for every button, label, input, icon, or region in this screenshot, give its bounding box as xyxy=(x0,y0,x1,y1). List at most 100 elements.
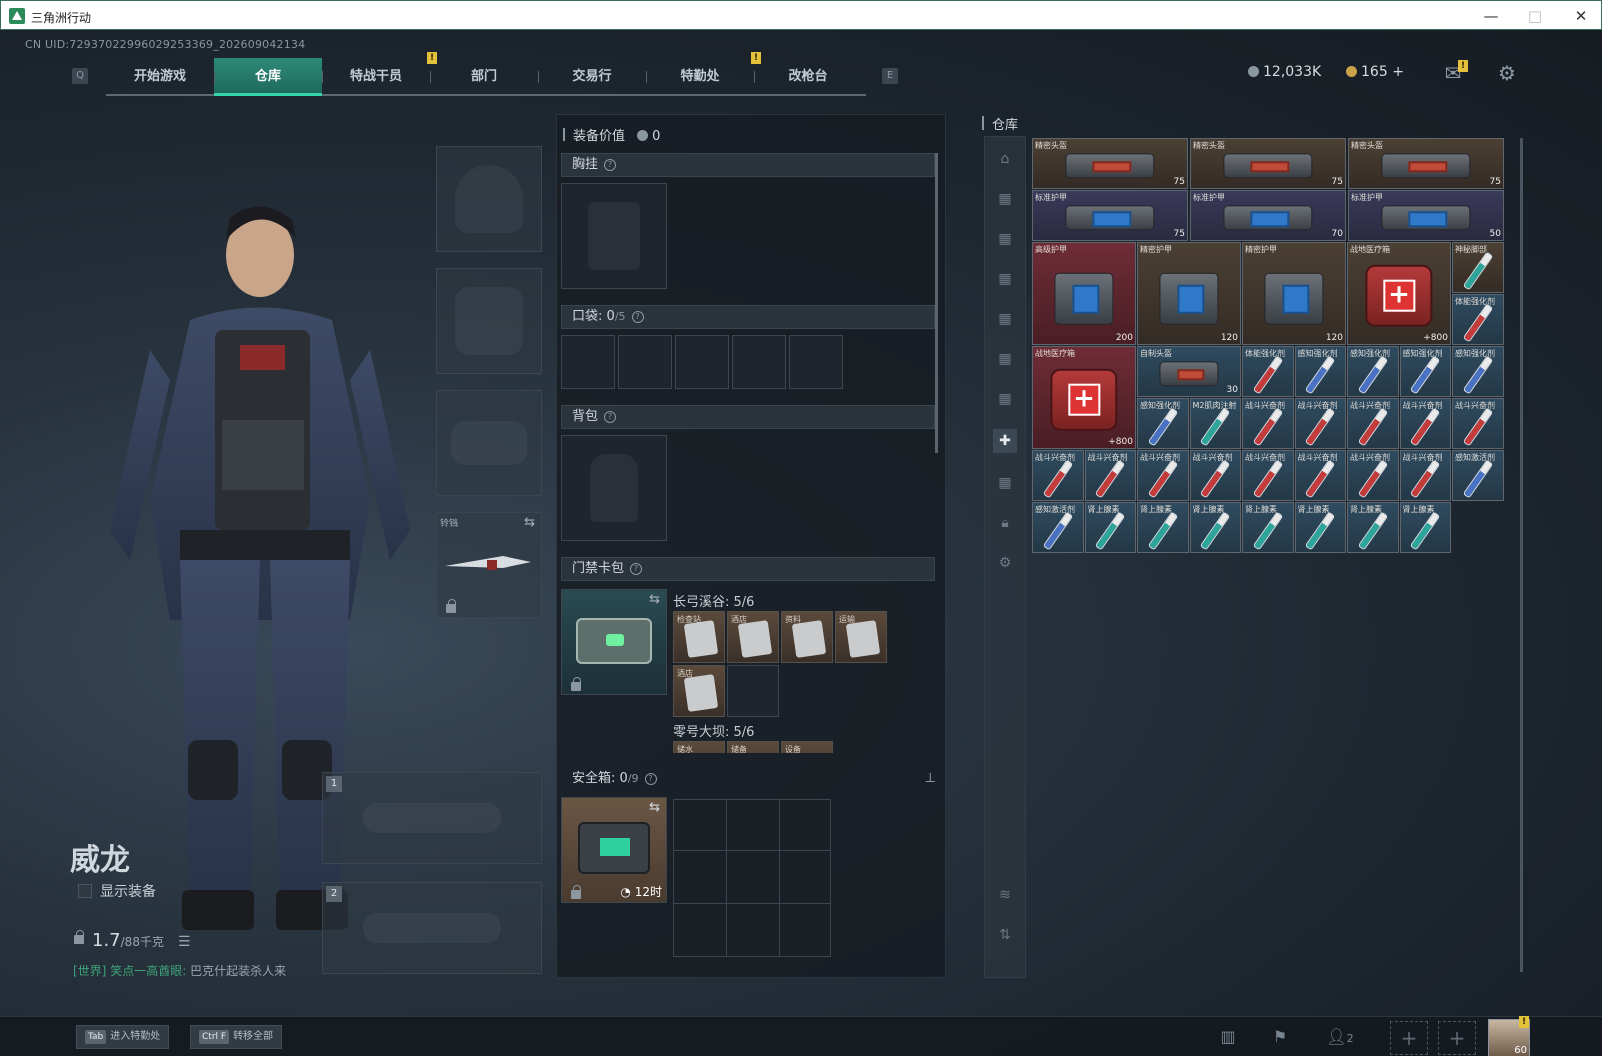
warehouse-item[interactable]: 感知激活剂 xyxy=(1452,450,1504,501)
warehouse-item[interactable]: 肾上腺素 xyxy=(1294,502,1346,553)
warehouse-item[interactable]: 感知强化剂 xyxy=(1347,346,1399,397)
warehouse-tab-6-icon[interactable]: ▦ xyxy=(993,387,1017,411)
chest-rig-slot[interactable] xyxy=(561,183,667,289)
warehouse-item[interactable]: 体能强化剂 xyxy=(1242,346,1294,397)
warehouse-item[interactable]: 高级护甲 200 xyxy=(1032,242,1136,345)
warehouse-item[interactable]: 感知强化剂 xyxy=(1137,398,1189,449)
pocket-slot[interactable] xyxy=(732,335,786,389)
warehouse-item[interactable]: 战斗兴奋剂 xyxy=(1189,450,1241,501)
warehouse-item[interactable]: 精密头盔 75 xyxy=(1348,138,1504,189)
warehouse-item[interactable]: 精密护甲 120 xyxy=(1242,242,1346,345)
stats-chart-icon[interactable]: ▥ xyxy=(1214,1023,1242,1051)
help-icon[interactable]: ? xyxy=(630,563,643,575)
safe-box-grid[interactable] xyxy=(673,799,831,957)
keycard-item[interactable]: 运输 xyxy=(835,611,887,663)
warehouse-item[interactable]: 标准护甲 50 xyxy=(1348,190,1504,241)
primary-weapon-slot-2[interactable]: 2 xyxy=(322,882,542,974)
warehouse-item[interactable]: 战地医疗箱 +800 xyxy=(1032,346,1136,449)
warehouse-item[interactable]: 感知强化剂 xyxy=(1452,346,1504,397)
warehouse-item[interactable]: 战斗兴奋剂 xyxy=(1032,450,1084,501)
keycard-item[interactable]: 设备 xyxy=(781,741,833,753)
help-icon[interactable]: ? xyxy=(631,311,644,323)
keycard-empty-slot[interactable] xyxy=(727,665,779,717)
warehouse-item[interactable]: 自制头盔 30 xyxy=(1137,346,1241,397)
warehouse-tab-2-icon[interactable]: ▦ xyxy=(993,227,1017,251)
keycard-item[interactable]: 酒店 xyxy=(727,611,779,663)
primary-weapon-slot-1[interactable]: 1 xyxy=(322,772,542,864)
warehouse-item[interactable]: 战地医疗箱 +800 xyxy=(1347,242,1451,345)
warehouse-item[interactable]: 肾上腺素 xyxy=(1399,502,1451,553)
close-button[interactable]: ✕ xyxy=(1561,5,1601,27)
flag-icon[interactable]: ⚑ xyxy=(1266,1023,1294,1051)
keycard-item[interactable]: 检查站 xyxy=(673,611,725,663)
warehouse-item[interactable]: 战斗兴奋剂 xyxy=(1347,450,1399,501)
tab-5[interactable]: 特勤处 xyxy=(646,58,754,96)
warehouse-tab-5-icon[interactable]: ▦ xyxy=(993,347,1017,371)
help-icon[interactable]: ? xyxy=(644,773,657,785)
invite-slot-2[interactable]: + xyxy=(1438,1021,1476,1055)
warehouse-item[interactable]: 精密头盔 75 xyxy=(1190,138,1346,189)
melee-slot[interactable]: 铃铛 ⇆ xyxy=(436,512,542,618)
warehouse-item[interactable]: 感知激活剂 xyxy=(1032,502,1084,553)
tab-2[interactable]: 特战干员 xyxy=(322,58,430,96)
loadout-scrollbar[interactable] xyxy=(935,153,938,453)
help-icon[interactable]: ? xyxy=(604,411,617,423)
warehouse-tab-all-icon[interactable]: ⌂ xyxy=(993,147,1017,171)
armor-slot[interactable] xyxy=(436,268,542,374)
gold-currency[interactable]: 165 + xyxy=(1346,64,1404,80)
warehouse-tab-locked-icon[interactable]: 🔒︎ xyxy=(993,511,1017,535)
warehouse-item[interactable]: 战斗兴奋剂 xyxy=(1399,398,1451,449)
pocket-slot[interactable] xyxy=(675,335,729,389)
helmet-slot[interactable] xyxy=(436,146,542,252)
warehouse-item[interactable]: 精密护甲 120 xyxy=(1137,242,1241,345)
warehouse-item[interactable]: 肾上腺素 xyxy=(1242,502,1294,553)
warehouse-settings-icon[interactable]: ⚙ xyxy=(993,551,1017,575)
pistol-slot[interactable] xyxy=(436,390,542,496)
keycard-case-slot[interactable]: ⇆ xyxy=(561,589,667,695)
warehouse-tab-8-icon[interactable]: ▦ xyxy=(993,471,1017,495)
swap-icon[interactable]: ⇆ xyxy=(649,592,660,607)
warehouse-sort-icon[interactable]: ⇅ xyxy=(993,923,1017,947)
safe-box-slot[interactable]: ⇆ ◔ 12时 xyxy=(561,797,667,903)
warehouse-item[interactable]: 战斗兴奋剂 xyxy=(1347,398,1399,449)
maximize-button[interactable]: □ xyxy=(1515,5,1555,27)
warehouse-item[interactable]: 肾上腺素 xyxy=(1084,502,1136,553)
warehouse-item[interactable]: 战斗兴奋剂 xyxy=(1294,398,1346,449)
warehouse-item[interactable]: 战斗兴奋剂 xyxy=(1137,450,1189,501)
warehouse-tab-3-icon[interactable]: ▦ xyxy=(993,267,1017,291)
help-icon[interactable]: ? xyxy=(604,159,617,171)
warehouse-item[interactable]: 感知强化剂 xyxy=(1294,346,1346,397)
warehouse-item[interactable]: 标准护甲 70 xyxy=(1190,190,1346,241)
warehouse-tab-medical-icon[interactable]: ✚ xyxy=(993,429,1017,453)
warehouse-item[interactable]: 肾上腺素 xyxy=(1137,502,1189,553)
warehouse-item[interactable]: 战斗兴奋剂 xyxy=(1294,450,1346,501)
tab-1[interactable]: 仓库 xyxy=(214,58,322,96)
warehouse-item[interactable]: 战斗兴奋剂 xyxy=(1399,450,1451,501)
enter-special-ops-hint[interactable]: Tab 进入特勤处 xyxy=(76,1025,170,1049)
warehouse-item[interactable]: 战斗兴奋剂 xyxy=(1242,398,1294,449)
player-avatar[interactable]: ! 60 xyxy=(1488,1016,1530,1056)
nav-prev-key[interactable]: Q xyxy=(72,68,88,84)
keycard-item[interactable]: 酒店 xyxy=(673,665,725,717)
weight-details-icon[interactable]: ☰ xyxy=(178,934,191,950)
transfer-all-hint[interactable]: Ctrl F 转移全部 xyxy=(190,1025,283,1049)
warehouse-scrollbar[interactable] xyxy=(1520,138,1523,972)
warehouse-item[interactable]: 标准护甲 75 xyxy=(1032,190,1188,241)
world-chat[interactable]: [世界] 笑点一高酋眼: 巴克什起装杀人来 xyxy=(73,962,286,979)
warehouse-item[interactable]: 神秘脚部 xyxy=(1452,242,1504,293)
warehouse-item[interactable]: 肾上腺素 xyxy=(1347,502,1399,553)
nav-next-key[interactable]: E xyxy=(882,68,898,84)
pocket-slot[interactable] xyxy=(561,335,615,389)
warehouse-item[interactable]: 战斗兴奋剂 xyxy=(1452,398,1504,449)
settings-gear-icon[interactable]: ⚙ xyxy=(1494,60,1520,86)
pin-icon[interactable]: ⊥ xyxy=(925,768,936,790)
tab-4[interactable]: 交易行 xyxy=(538,58,646,96)
invite-slot-1[interactable]: + xyxy=(1390,1021,1428,1055)
warehouse-item[interactable]: 战斗兴奋剂 xyxy=(1084,450,1136,501)
tab-0[interactable]: 开始游戏 xyxy=(106,58,214,96)
add-gold-button[interactable]: + xyxy=(1392,64,1404,80)
warehouse-item[interactable]: 肾上腺素 xyxy=(1189,502,1241,553)
friends-icon[interactable]: 👤︎2 xyxy=(1318,1023,1362,1051)
keycard-item[interactable]: 资料 xyxy=(781,611,833,663)
keycard-item[interactable]: 储备 xyxy=(727,741,779,753)
